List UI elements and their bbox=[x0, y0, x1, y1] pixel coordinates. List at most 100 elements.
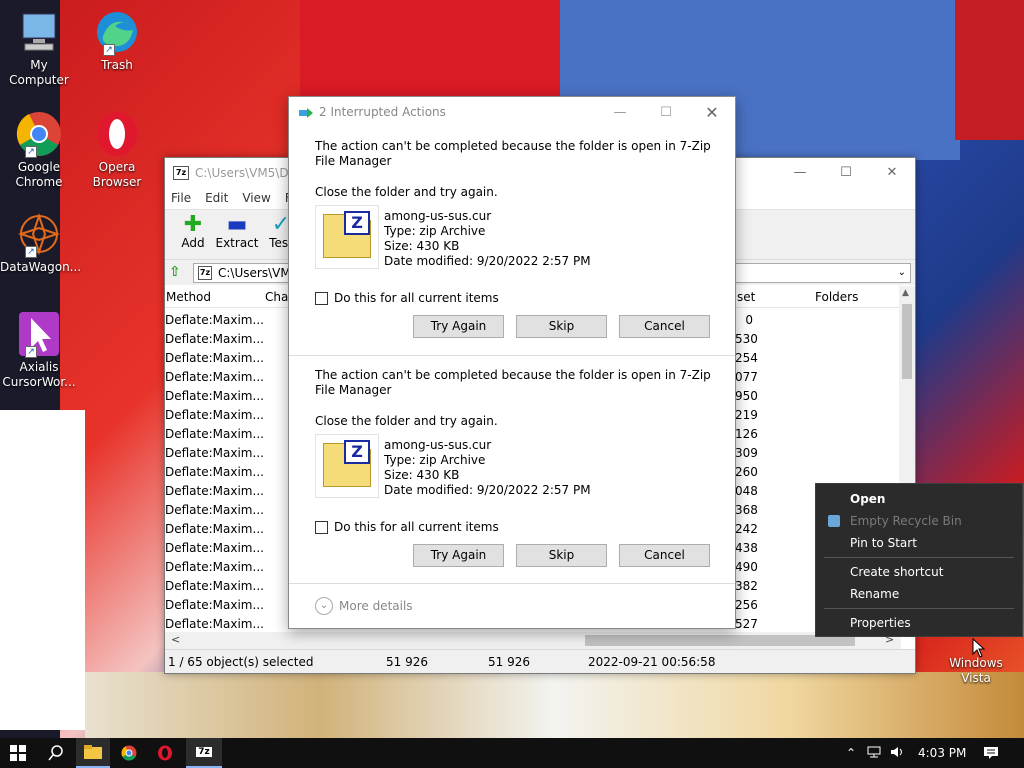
file-size: Size: 430 KB bbox=[384, 468, 460, 482]
shortcut-arrow-icon: ↗ bbox=[103, 44, 115, 56]
desktop-icon-google-chrome[interactable]: ↗ Google Chrome bbox=[0, 110, 78, 190]
maximize-button[interactable]: ☐ bbox=[823, 158, 869, 187]
checkbox-box[interactable] bbox=[315, 291, 328, 305]
column-method[interactable]: Method bbox=[166, 290, 211, 304]
search-button[interactable] bbox=[38, 738, 74, 768]
network-icon[interactable] bbox=[862, 746, 886, 761]
menu-item-empty-recycle-bin[interactable]: Empty Recycle Bin bbox=[850, 514, 962, 528]
skip-button[interactable]: Skip bbox=[516, 315, 607, 338]
dialog-window-controls: — ☐ ✕ bbox=[597, 97, 735, 127]
menu-item-properties[interactable]: Properties bbox=[850, 616, 911, 630]
desktop-icon-my-computer[interactable]: My Computer bbox=[0, 8, 78, 88]
menu-item-pin-to-start[interactable]: Pin to Start bbox=[850, 536, 917, 550]
taskbar-chrome[interactable] bbox=[112, 738, 146, 768]
do-for-all-checkbox[interactable]: Do this for all current items bbox=[315, 520, 499, 534]
skip-button[interactable]: Skip bbox=[516, 544, 607, 567]
file-type: Type: zip Archive bbox=[384, 453, 486, 467]
up-folder-icon[interactable]: ⇧ bbox=[169, 264, 187, 282]
close-button[interactable]: ✕ bbox=[869, 158, 915, 187]
notifications-button[interactable] bbox=[976, 738, 1006, 768]
file-info: Z among-us-sus.cur Type: zip Archive Siz… bbox=[315, 205, 591, 269]
desktop-icon-label: Trash bbox=[101, 58, 133, 72]
checkbox-box[interactable] bbox=[315, 520, 328, 534]
cell-method: Deflate:Maxim... bbox=[165, 427, 264, 441]
cell-offset: 219 bbox=[735, 408, 758, 422]
do-for-all-checkbox[interactable]: Do this for all current items bbox=[315, 291, 499, 305]
minimize-button[interactable]: — bbox=[597, 97, 643, 127]
start-button[interactable] bbox=[0, 738, 36, 768]
close-button[interactable]: ✕ bbox=[689, 97, 735, 127]
desktop-icon-axialis-cursorworkshop[interactable]: ↗ Axialis CursorWor... bbox=[0, 310, 78, 390]
clock[interactable]: 4:03 PM bbox=[918, 746, 966, 760]
folder-icon bbox=[84, 745, 102, 759]
extract-button[interactable]: ▬ Extract bbox=[215, 210, 259, 259]
desktop-icon-opera-browser[interactable]: Opera Browser bbox=[78, 110, 156, 190]
file-info: Z among-us-sus.cur Type: zip Archive Siz… bbox=[315, 434, 591, 498]
scroll-left-icon[interactable]: < bbox=[171, 633, 180, 646]
chrome-icon bbox=[121, 745, 137, 761]
desktop-icon-trash[interactable]: ↗ Trash bbox=[78, 8, 156, 73]
column-offset[interactable]: set bbox=[737, 290, 755, 304]
cell-method: Deflate:Maxim... bbox=[165, 389, 264, 403]
interrupted-actions-dialog[interactable]: 2 Interrupted Actions — ☐ ✕ The action c… bbox=[288, 96, 736, 629]
wallpaper-right bbox=[955, 0, 1024, 140]
cancel-button[interactable]: Cancel bbox=[619, 315, 710, 338]
search-icon bbox=[48, 745, 63, 761]
maximize-button[interactable]: ☐ bbox=[643, 97, 689, 127]
system-tray: ⌃ 4:03 PM bbox=[840, 738, 966, 768]
desktop-icon-label: Browser bbox=[92, 175, 142, 189]
try-again-button[interactable]: Try Again bbox=[413, 315, 504, 338]
desktop-icon-label: Axialis bbox=[19, 360, 59, 374]
checkbox-label: Do this for all current items bbox=[334, 291, 499, 305]
column-folders[interactable]: Folders bbox=[815, 290, 858, 304]
desktop-icon-datawagon[interactable]: ↗ DataWagon... bbox=[0, 210, 81, 275]
menu-item-create-shortcut[interactable]: Create shortcut bbox=[850, 565, 943, 579]
add-label: Add bbox=[181, 236, 205, 250]
menu-edit[interactable]: Edit bbox=[205, 191, 228, 205]
cell-offset: 382 bbox=[735, 579, 758, 593]
cell-method: Deflate:Maxim... bbox=[165, 522, 264, 536]
more-details-label: More details bbox=[339, 599, 413, 613]
scroll-up-icon[interactable]: ▲ bbox=[902, 288, 909, 298]
archive-thumbnail: Z bbox=[315, 205, 379, 269]
chevron-down-icon: ⌄ bbox=[315, 597, 333, 615]
taskbar-7zip[interactable]: 7z bbox=[186, 738, 222, 768]
cell-method: Deflate:Maxim... bbox=[165, 579, 264, 593]
cancel-button[interactable]: Cancel bbox=[619, 544, 710, 567]
cell-offset: 254 bbox=[735, 351, 758, 365]
status-size: 51 926 bbox=[386, 655, 428, 669]
try-again-button[interactable]: Try Again bbox=[413, 544, 504, 567]
desktop-icon-label: Windows bbox=[949, 656, 1003, 670]
menu-separator bbox=[824, 608, 1014, 609]
file-date: Date modified: 9/20/2022 2:57 PM bbox=[384, 483, 591, 497]
cell-method: Deflate:Maxim... bbox=[165, 560, 264, 574]
cell-offset: 260 bbox=[735, 465, 758, 479]
volume-icon[interactable] bbox=[886, 746, 908, 761]
chevron-down-icon[interactable]: ⌄ bbox=[898, 267, 906, 278]
dialog-title: 2 Interrupted Actions bbox=[319, 105, 446, 119]
menu-file[interactable]: File bbox=[171, 191, 191, 205]
shortcut-arrow-icon: ↗ bbox=[25, 246, 37, 258]
menu-item-rename[interactable]: Rename bbox=[850, 587, 899, 601]
computer-icon bbox=[15, 8, 63, 56]
cell-offset: 0 bbox=[745, 313, 753, 327]
minimize-button[interactable]: — bbox=[777, 158, 823, 187]
error-message: The action can't be completed because th… bbox=[315, 139, 711, 168]
menu-separator bbox=[824, 557, 1014, 558]
more-details-button[interactable]: ⌄ More details bbox=[315, 597, 413, 615]
cell-offset: 527 bbox=[735, 617, 758, 631]
hint-message: Close the folder and try again. bbox=[315, 185, 498, 199]
recycle-bin-context-menu: Open Empty Recycle Bin Pin to Start Crea… bbox=[815, 483, 1023, 637]
cell-method: Deflate:Maxim... bbox=[165, 541, 264, 555]
menu-item-open[interactable]: Open bbox=[850, 492, 885, 506]
menu-view[interactable]: View bbox=[242, 191, 270, 205]
show-hidden-icons-icon[interactable]: ⌃ bbox=[840, 746, 862, 760]
taskbar-opera[interactable] bbox=[148, 738, 182, 768]
shortcut-arrow-icon: ↗ bbox=[25, 346, 37, 358]
wallpaper-banner bbox=[300, 0, 560, 100]
add-button[interactable]: ✚ Add bbox=[171, 210, 215, 259]
notification-icon bbox=[984, 747, 998, 759]
taskbar-file-explorer[interactable] bbox=[76, 738, 110, 768]
scroll-thumb[interactable] bbox=[902, 304, 912, 379]
horizontal-scrollbar[interactable]: < > bbox=[165, 632, 901, 649]
